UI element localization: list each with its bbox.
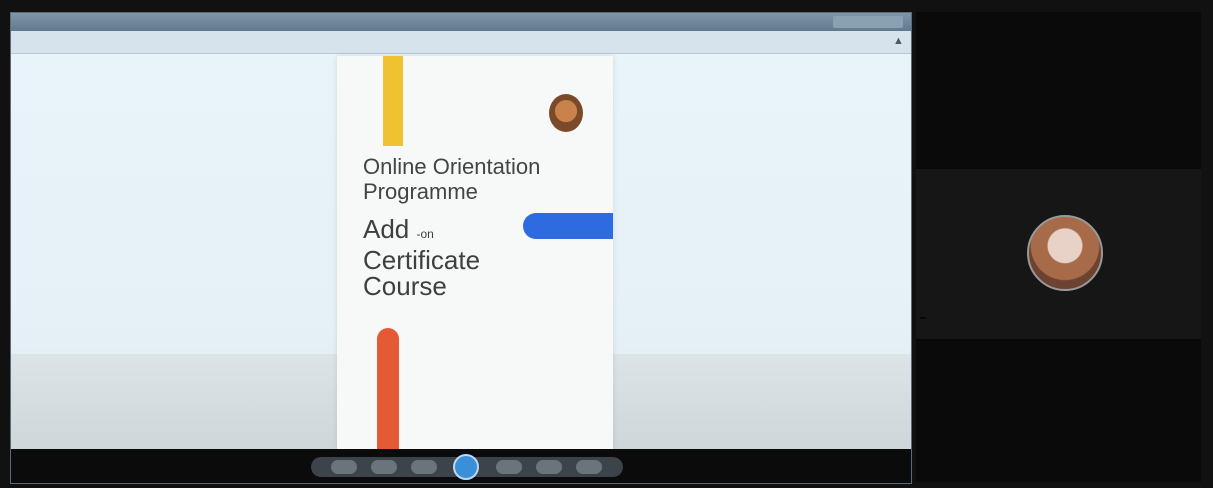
toolbar-button-5[interactable] xyxy=(536,460,562,474)
yellow-stripe xyxy=(383,56,403,146)
org-logo xyxy=(549,94,583,132)
participant-name xyxy=(920,317,926,319)
course-title-course: Course xyxy=(363,271,447,301)
participant-tile-empty-bottom[interactable] xyxy=(916,341,1201,482)
meeting-window: ▲ Online Orientation Programme Add -on C… xyxy=(0,0,1213,488)
tab-bar: ▲ xyxy=(11,31,911,54)
document-page: Online Orientation Programme Add -on Cer… xyxy=(337,56,613,451)
toolbar-button-2[interactable] xyxy=(371,460,397,474)
course-title-on: -on xyxy=(416,227,434,241)
pin-icon[interactable]: ▲ xyxy=(893,35,904,47)
course-title: Add -on Certificate Course xyxy=(363,216,480,299)
screen-share-toolbar xyxy=(11,449,911,483)
toolbar-center-button[interactable] xyxy=(453,454,479,480)
window-controls[interactable] xyxy=(833,16,903,28)
toolbar-button-4[interactable] xyxy=(496,460,522,474)
toolbar-controls xyxy=(311,454,623,480)
toolbar-button-1[interactable] xyxy=(331,460,357,474)
blue-accent-pill xyxy=(523,213,613,239)
course-title-add: Add xyxy=(363,214,410,244)
red-stripe xyxy=(377,328,399,451)
participant-tile-empty-top[interactable] xyxy=(916,12,1201,167)
toolbar-button-3[interactable] xyxy=(411,460,437,474)
shared-window-titlebar xyxy=(11,13,911,31)
participant-tile-active[interactable] xyxy=(916,169,1201,339)
participant-avatar xyxy=(1027,215,1103,291)
participants-panel xyxy=(916,12,1201,482)
shared-screen: ▲ Online Orientation Programme Add -on C… xyxy=(10,12,912,484)
toolbar-button-6[interactable] xyxy=(576,460,602,474)
programme-title: Online Orientation Programme xyxy=(363,154,541,204)
